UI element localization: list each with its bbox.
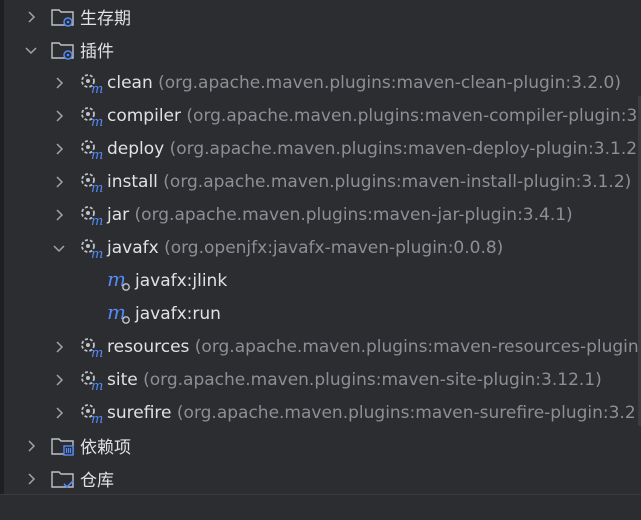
- svg-text:m: m: [91, 181, 103, 194]
- chevron-down-icon[interactable]: [24, 43, 38, 57]
- plugin-coordinates: (org.apache.maven.plugins:maven-site-plu…: [143, 369, 602, 390]
- plugin-coordinates: (org.apache.maven.plugins:maven-compiler…: [186, 105, 638, 126]
- tree-node-label: 生存期: [80, 9, 131, 29]
- maven-plugin-icon: m: [81, 370, 103, 392]
- tree-node-repositories[interactable]: 仓库: [0, 462, 641, 495]
- chevron-right-icon[interactable]: [52, 175, 66, 189]
- plugin-coordinates: (org.apache.maven.plugins:maven-resource…: [194, 336, 639, 357]
- plugin-deploy[interactable]: m deploy (org.apache.maven.plugins:maven…: [0, 132, 641, 165]
- chevron-right-icon[interactable]: [52, 373, 66, 387]
- plugin-coordinates: (org.apache.maven.plugins:maven-surefire…: [176, 402, 636, 423]
- chevron-right-icon[interactable]: [52, 76, 66, 90]
- plugin-install[interactable]: m install (org.apache.maven.plugins:mave…: [0, 165, 641, 198]
- plugin-name: clean: [107, 72, 153, 93]
- chevron-right-icon[interactable]: [52, 109, 66, 123]
- plugin-coordinates: (org.openjfx:javafx-maven-plugin:0.0.8): [164, 237, 504, 258]
- folder-gear-icon: [51, 8, 74, 27]
- maven-goal-icon: m: [107, 302, 130, 324]
- plugin-name: resources: [107, 336, 190, 357]
- maven-plugin-icon: m: [81, 205, 103, 227]
- maven-plugin-icon: m: [81, 337, 103, 359]
- plugin-name: site: [107, 369, 138, 390]
- tree-node-label: 依赖项: [80, 438, 131, 458]
- goal-javafx-jlink[interactable]: m javafx:jlink: [0, 264, 641, 297]
- svg-text:m: m: [91, 379, 103, 392]
- svg-text:m: m: [91, 247, 103, 260]
- maven-plugin-icon: m: [81, 106, 103, 128]
- folder-repository-icon: [51, 470, 74, 488]
- maven-plugin-icon: m: [81, 238, 103, 260]
- maven-plugin-icon: m: [81, 172, 103, 194]
- plugin-compiler[interactable]: m compiler (org.apache.maven.plugins:mav…: [0, 99, 641, 132]
- tree-node-label: 插件: [80, 42, 114, 62]
- plugin-coordinates: (org.apache.maven.plugins:maven-install-…: [163, 171, 632, 192]
- bottom-bar: [0, 494, 641, 520]
- chevron-down-icon[interactable]: [52, 241, 66, 255]
- svg-text:m: m: [91, 412, 103, 425]
- chevron-right-icon[interactable]: [52, 142, 66, 156]
- plugin-name: surefire: [107, 402, 172, 423]
- chevron-right-icon[interactable]: [52, 208, 66, 222]
- folder-gear-icon: [51, 41, 74, 60]
- goal-javafx-run[interactable]: m javafx:run: [0, 297, 641, 330]
- plugin-name: deploy: [107, 138, 165, 159]
- plugin-clean[interactable]: m clean (org.apache.maven.plugins:maven-…: [0, 66, 641, 99]
- maven-plugin-icon: m: [81, 403, 103, 425]
- goal-label: javafx:run: [135, 303, 221, 324]
- plugin-coordinates: (org.apache.maven.plugins:maven-deploy-p…: [169, 138, 638, 159]
- plugin-surefire[interactable]: m surefire (org.apache.maven.plugins:mav…: [0, 396, 641, 429]
- plugin-javafx[interactable]: m javafx (org.openjfx:javafx-maven-plugi…: [0, 231, 641, 264]
- maven-plugin-icon: m: [81, 139, 103, 161]
- maven-goal-icon: m: [107, 269, 130, 291]
- folder-library-icon: [51, 437, 74, 456]
- svg-text:m: m: [91, 115, 103, 128]
- tree-node-label: 仓库: [80, 471, 114, 491]
- tree-node-lifecycle[interactable]: 生存期: [0, 0, 641, 33]
- maven-plugin-icon: m: [81, 73, 103, 95]
- tree-node-dependencies[interactable]: 依赖项: [0, 429, 641, 462]
- svg-text:m: m: [91, 148, 103, 161]
- plugin-name: install: [107, 171, 158, 192]
- maven-tool-window-tree: 生存期 插件 m clean (org.apache.maven.plugins…: [0, 0, 641, 520]
- plugin-coordinates: (org.apache.maven.plugins:maven-clean-pl…: [158, 72, 621, 93]
- tree-node-plugins[interactable]: 插件: [0, 33, 641, 66]
- plugin-name: compiler: [107, 105, 181, 126]
- plugin-coordinates: (org.apache.maven.plugins:maven-jar-plug…: [134, 204, 573, 225]
- svg-text:m: m: [91, 214, 103, 227]
- svg-text:m: m: [91, 82, 103, 95]
- plugin-site[interactable]: m site (org.apache.maven.plugins:maven-s…: [0, 363, 641, 396]
- plugin-name: jar: [107, 204, 130, 225]
- goal-label: javafx:jlink: [135, 270, 228, 291]
- svg-text:m: m: [91, 346, 103, 359]
- chevron-right-icon[interactable]: [52, 340, 66, 354]
- chevron-right-icon[interactable]: [24, 472, 38, 486]
- chevron-right-icon[interactable]: [24, 439, 38, 453]
- plugin-jar[interactable]: m jar (org.apache.maven.plugins:maven-ja…: [0, 198, 641, 231]
- chevron-right-icon[interactable]: [24, 10, 38, 24]
- chevron-right-icon[interactable]: [52, 406, 66, 420]
- plugin-name: javafx: [107, 237, 159, 258]
- plugin-resources[interactable]: m resources (org.apache.maven.plugins:ma…: [0, 330, 641, 363]
